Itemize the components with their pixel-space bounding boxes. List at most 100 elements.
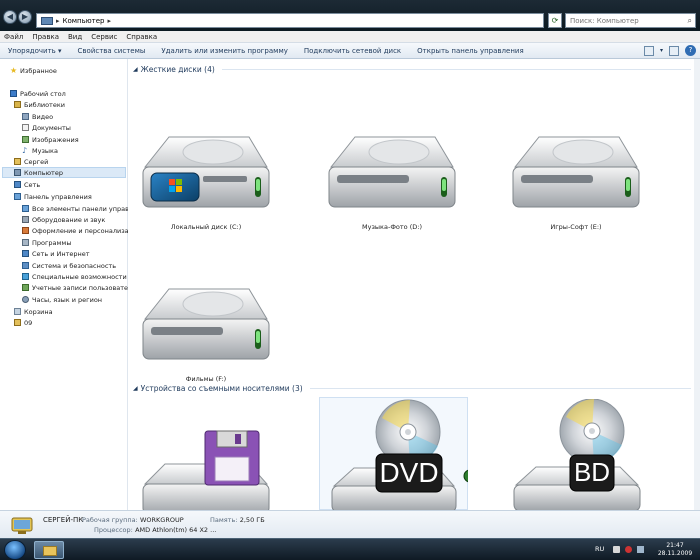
navigation-pane: ★ Избранное Рабочий стол Библиотеки Виде… [0, 59, 128, 510]
music-icon: ♪ [22, 146, 28, 155]
nav-libraries[interactable]: Библиотеки [14, 99, 126, 110]
details-pane: СЕРГЕЙ-ПК Рабочая группа: WORKGROUP Памя… [0, 510, 700, 538]
system-properties-button[interactable]: Свойства системы [78, 47, 146, 55]
breadcrumb-chevron-icon[interactable]: ▸ [56, 17, 60, 25]
nav-user[interactable]: Сергей [14, 156, 126, 167]
uninstall-program-button[interactable]: Удалить или изменить программу [161, 47, 287, 55]
programs-icon [22, 239, 29, 246]
search-box[interactable]: ⌕ [565, 13, 696, 28]
drive-d[interactable]: Музыка-Фото (D:) [317, 119, 467, 235]
floppy-drive[interactable] [131, 399, 281, 510]
nav-documents[interactable]: Документы [22, 122, 126, 133]
show-hidden-icons-icon[interactable] [613, 546, 620, 553]
open-control-panel-button[interactable]: Открыть панель управления [417, 47, 523, 55]
nav-cp-programs[interactable]: Программы [22, 237, 128, 248]
network-icon [14, 181, 21, 188]
user-folder-icon [14, 158, 21, 165]
drive-e[interactable]: Игры-Софт (E:) [501, 119, 651, 235]
library-icon [14, 101, 21, 108]
vertical-scrollbar[interactable] [694, 59, 700, 510]
command-bar: Упорядочить ▾ Свойства системы Удалить и… [0, 43, 700, 59]
dvd-drive-icon: DVD [331, 399, 477, 510]
forward-button[interactable]: ▶ [18, 10, 32, 24]
refresh-button[interactable]: ⟳ [548, 13, 562, 28]
menu-view[interactable]: Вид [68, 33, 82, 41]
arrow-left-icon: ◀ [6, 12, 14, 21]
workgroup-row: Рабочая группа: WORKGROUP [82, 516, 184, 524]
help-icon[interactable]: ? [685, 45, 696, 56]
menu-help[interactable]: Справка [126, 33, 157, 41]
clock-date: 28.11.2009 [657, 550, 693, 557]
floppy-drive-icon [142, 430, 270, 510]
nav-control-panel[interactable]: Панель управления [14, 191, 126, 202]
bd-badge: BD [574, 457, 610, 487]
menu-file[interactable]: Файл [4, 33, 23, 41]
breadcrumb-chevron-icon[interactable]: ▸ [107, 17, 111, 25]
nav-folder-09[interactable]: 09 [14, 317, 126, 328]
group-removable[interactable]: ◢ Устройства со съемными носителями (3) [133, 384, 691, 393]
drive-c[interactable]: Локальный диск (C:) [131, 119, 281, 235]
menu-edit[interactable]: Правка [32, 33, 59, 41]
memory-row: Память: 2,50 ГБ [210, 516, 265, 524]
nav-images[interactable]: Изображения [22, 134, 126, 145]
network-icon[interactable] [637, 546, 644, 553]
search-icon[interactable]: ⌕ [688, 16, 692, 26]
arrow-right-icon: ▶ [21, 12, 29, 21]
nav-cp-hardware-sound[interactable]: Оборудование и звук [22, 214, 128, 225]
drive-f[interactable]: Фильмы (F:) [131, 271, 281, 387]
computer-icon [11, 517, 33, 534]
preview-pane-icon[interactable] [669, 45, 679, 56]
taskbar-explorer-button[interactable] [34, 541, 64, 559]
search-input[interactable] [570, 16, 678, 25]
hard-drive-icon [512, 136, 640, 208]
content-pane: ◢ Жесткие диски (4) Локальный диск (C:) [129, 59, 694, 510]
documents-icon [22, 124, 29, 131]
nav-cp-system-security[interactable]: Система и безопасность [22, 260, 128, 271]
collapse-chevron-icon[interactable]: ◢ [133, 66, 138, 73]
dvd-drive[interactable]: DVD [319, 397, 477, 510]
drive-label: Фильмы (F:) [185, 375, 227, 383]
nav-network[interactable]: Сеть [14, 179, 126, 190]
taskbar: RU 21:47 28.11.2009 [0, 538, 700, 560]
start-button[interactable] [4, 540, 26, 560]
nav-cp-accessibility[interactable]: Специальные возможности [22, 271, 128, 282]
nav-cp-appearance[interactable]: Оформление и персонализация [22, 225, 128, 236]
nav-desktop[interactable]: Рабочий стол [10, 88, 126, 99]
bd-drive[interactable]: BD [502, 398, 652, 510]
view-options-icon[interactable] [643, 45, 654, 56]
organize-button[interactable]: Упорядочить ▾ [8, 47, 62, 55]
network-icon [22, 250, 29, 257]
nav-favorites[interactable]: ★ Избранное [10, 65, 126, 76]
nav-video[interactable]: Видео [22, 111, 126, 122]
nav-recycle-bin[interactable]: Корзина [14, 306, 126, 317]
folder-icon [14, 319, 21, 326]
menu-tools[interactable]: Сервис [91, 33, 117, 41]
desktop-icon [10, 90, 17, 97]
group-hard-drives[interactable]: ◢ Жесткие диски (4) [133, 65, 691, 74]
collapse-chevron-icon[interactable]: ◢ [133, 385, 138, 392]
nav-music[interactable]: ♪ Музыка [22, 145, 126, 156]
cpu-row: Процессор: AMD Athlon(tm) 64 X2 ... [94, 526, 217, 534]
back-button[interactable]: ◀ [3, 10, 17, 24]
computer-icon [41, 16, 53, 25]
action-center-icon[interactable] [625, 546, 632, 553]
users-icon [22, 284, 29, 291]
drive-label: Локальный диск (C:) [170, 223, 242, 231]
pc-name: СЕРГЕЙ-ПК [43, 516, 84, 524]
group-divider [221, 69, 691, 70]
drive-label: Музыка-Фото (D:) [362, 223, 422, 231]
clock[interactable]: 21:47 28.11.2009 [655, 542, 695, 558]
nav-cp-all-items[interactable]: Все элементы панели управления [22, 203, 128, 214]
map-network-drive-button[interactable]: Подключить сетевой диск [304, 47, 401, 55]
nav-cp-user-accounts[interactable]: Учетные записи пользователей [22, 282, 128, 293]
nav-computer[interactable]: Компьютер [2, 167, 126, 178]
address-field[interactable]: ▸ Компьютер ▸ [36, 13, 544, 28]
view-dropdown-icon[interactable]: ▾ [660, 47, 663, 54]
nav-cp-network-internet[interactable]: Сеть и Интернет [22, 248, 128, 259]
language-indicator[interactable]: RU [595, 545, 604, 553]
nav-cp-clock-language[interactable]: Часы, язык и регион [22, 294, 128, 305]
clock-time: 21:47 [666, 542, 684, 549]
breadcrumb-computer[interactable]: Компьютер [63, 17, 105, 25]
control-panel-icon [14, 193, 21, 200]
video-icon [22, 113, 29, 120]
